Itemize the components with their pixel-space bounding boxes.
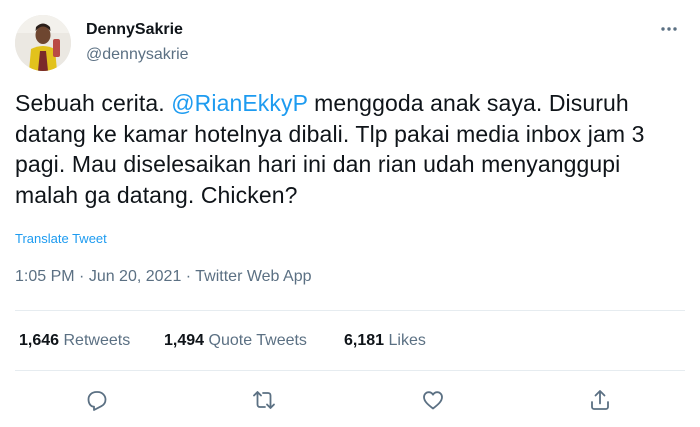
- share-icon: [591, 390, 609, 410]
- likes-count: 6,181: [344, 332, 385, 349]
- author-display-name[interactable]: DennySakrie: [86, 21, 183, 39]
- tweet-text: Sebuah cerita. @RianEkkyP menggoda anak …: [15, 88, 685, 210]
- more-options-button[interactable]: [656, 18, 682, 40]
- meta-separator: ·: [74, 268, 89, 285]
- tweet-source[interactable]: Twitter Web App: [195, 268, 311, 285]
- author-handle[interactable]: @dennysakrie: [86, 46, 189, 64]
- meta-separator: ·: [181, 268, 196, 285]
- retweets-stat[interactable]: 1,646 Retweets: [19, 332, 130, 350]
- retweets-label: Retweets: [63, 332, 131, 349]
- likes-stat[interactable]: 6,181 Likes: [344, 332, 426, 350]
- divider: [15, 310, 685, 311]
- like-icon: [423, 391, 443, 410]
- retweets-count: 1,646: [19, 332, 60, 349]
- tweet-date[interactable]: Jun 20, 2021: [89, 268, 182, 285]
- tweet-card: DennySakrie @dennysakrie Sebuah cerita. …: [0, 0, 700, 427]
- reply-button[interactable]: [83, 386, 111, 414]
- divider: [15, 370, 685, 371]
- quote-tweets-label: Quote Tweets: [208, 332, 307, 349]
- tweet-time[interactable]: 1:05 PM: [15, 268, 75, 285]
- retweet-icon: [253, 391, 275, 409]
- tweet-text-part: Sebuah cerita.: [15, 90, 172, 116]
- avatar[interactable]: [15, 15, 71, 71]
- mention-link[interactable]: @RianEkkyP: [171, 90, 307, 116]
- share-button[interactable]: [586, 386, 614, 414]
- likes-label: Likes: [388, 332, 426, 349]
- reply-icon: [87, 391, 107, 411]
- like-button[interactable]: [419, 386, 447, 414]
- retweet-button[interactable]: [250, 386, 278, 414]
- avatar-image: [15, 15, 71, 71]
- translate-tweet-link[interactable]: Translate Tweet: [15, 231, 107, 246]
- quote-tweets-count: 1,494: [164, 332, 205, 349]
- tweet-meta: 1:05 PM · Jun 20, 2021 · Twitter Web App: [15, 268, 311, 286]
- more-icon: [661, 27, 677, 31]
- quote-tweets-stat[interactable]: 1,494 Quote Tweets: [164, 332, 307, 350]
